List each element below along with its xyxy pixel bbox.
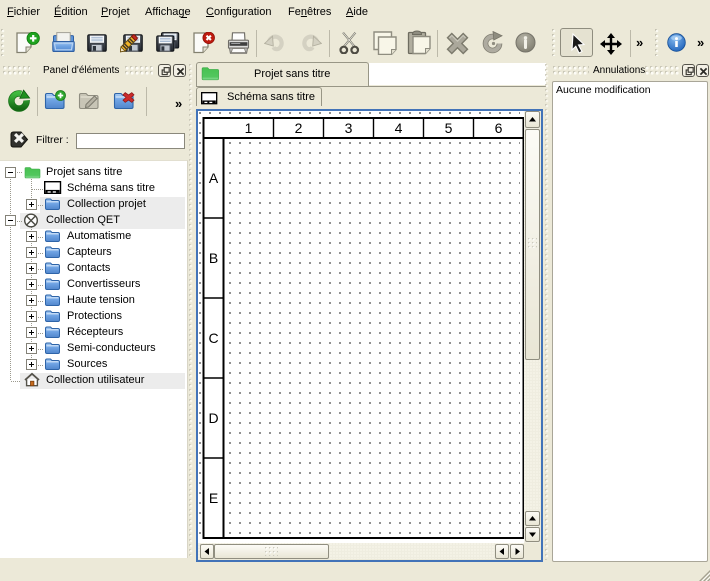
svg-text:2: 2 <box>295 120 303 136</box>
svg-text:1: 1 <box>245 120 253 136</box>
svg-text:E: E <box>209 490 218 506</box>
svg-text:B: B <box>209 250 218 266</box>
svg-text:4: 4 <box>395 120 403 136</box>
svg-text:C: C <box>208 330 218 346</box>
svg-text:6: 6 <box>495 120 503 136</box>
svg-text:5: 5 <box>445 120 453 136</box>
svg-text:D: D <box>208 410 218 426</box>
svg-text:A: A <box>209 170 219 186</box>
svg-text:3: 3 <box>345 120 353 136</box>
